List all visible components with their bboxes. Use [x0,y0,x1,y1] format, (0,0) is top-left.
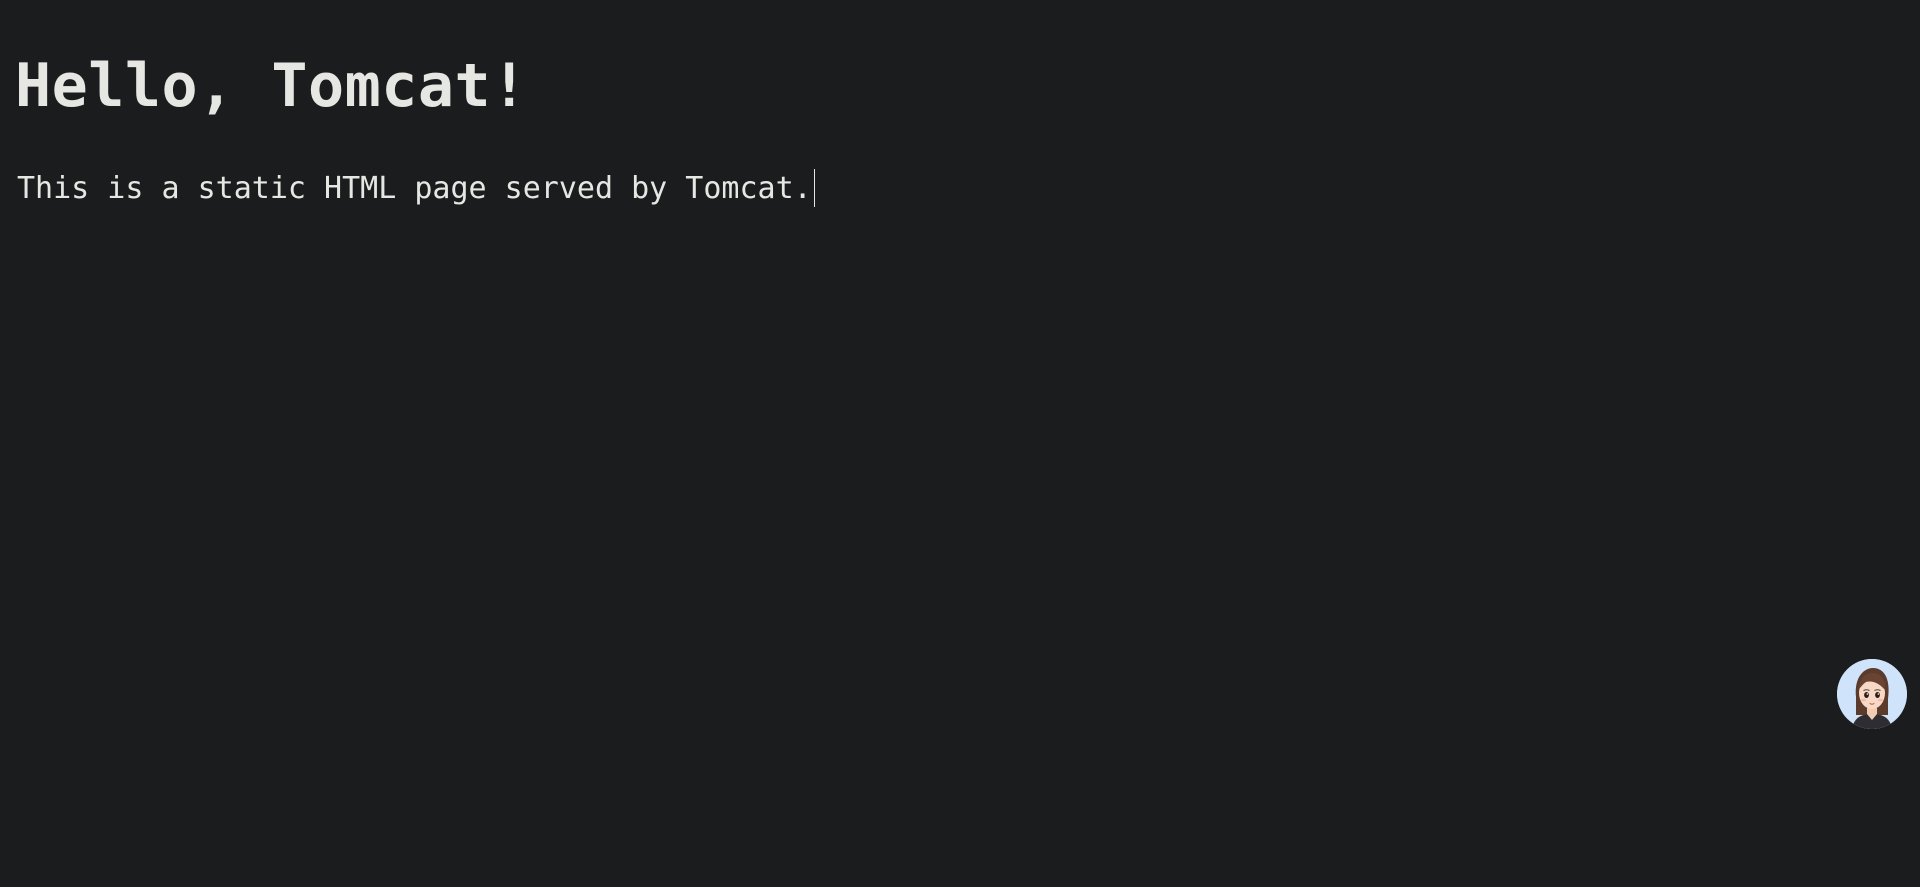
page-heading: Hello, Tomcat! [15,51,528,121]
page-paragraph: This is a static HTML page served by Tom… [17,168,815,210]
paragraph-text: This is a static HTML page served by Tom… [17,171,812,206]
avatar-icon [1837,659,1907,729]
text-cursor [813,169,815,207]
page: Hello, Tomcat! This is a static HTML pag… [0,0,1920,887]
assistant-avatar-button[interactable] [1837,659,1907,729]
